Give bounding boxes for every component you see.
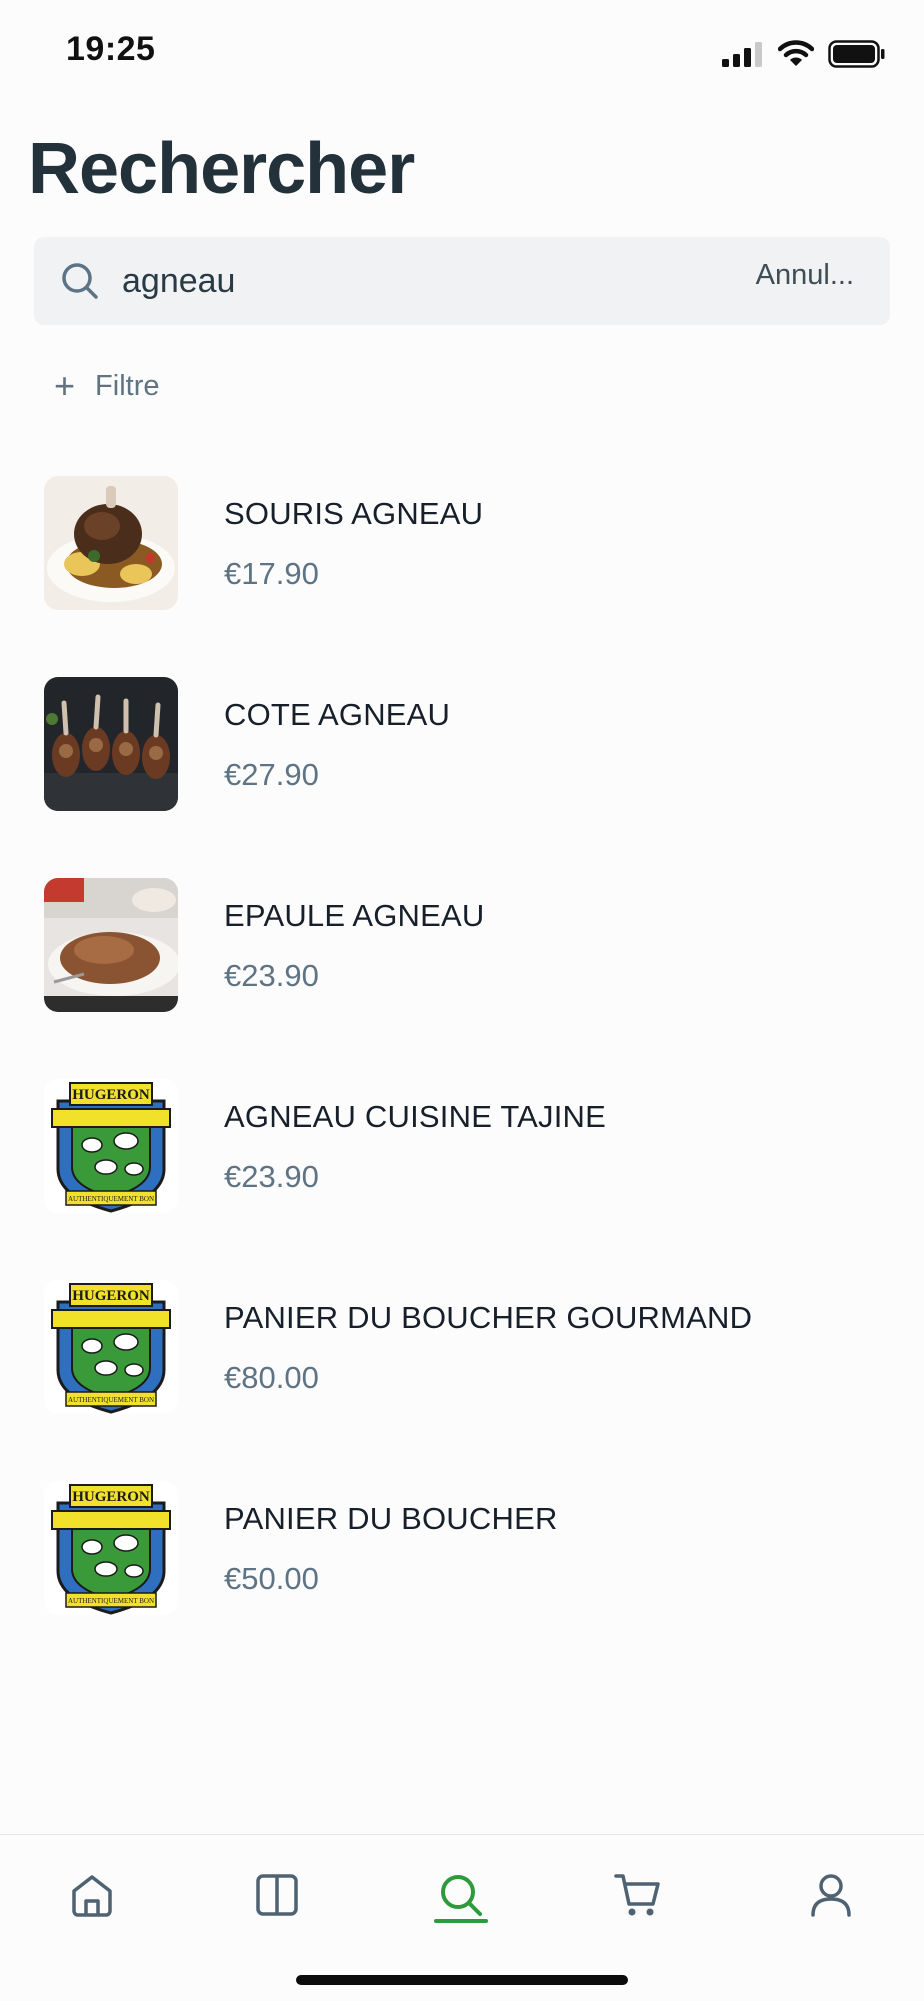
product-name: PANIER DU BOUCHER [224, 1501, 558, 1536]
tab-bar [0, 1834, 924, 2001]
product-image [44, 476, 178, 610]
product-image [44, 677, 178, 811]
search-input[interactable] [122, 255, 722, 307]
status-time: 19:25 [66, 30, 156, 68]
product-name: SOURIS AGNEAU [224, 496, 484, 531]
tab-catalog[interactable] [237, 1855, 317, 1935]
svg-text:AUTHENTIQUEMENT BON: AUTHENTIQUEMENT BON [68, 1597, 154, 1605]
tab-cart[interactable] [598, 1855, 678, 1935]
list-item[interactable]: SOURIS AGNEAU €17.90 [44, 476, 884, 612]
tab-search[interactable] [421, 1855, 501, 1935]
filter-button[interactable]: + Filtre [54, 368, 159, 404]
list-item[interactable]: HUGERON AUTHENTIQUEMENT BON AGNEAU CUISI… [44, 1079, 884, 1215]
search-bar[interactable]: Annul... [34, 237, 890, 325]
catalog-icon [256, 1874, 298, 1916]
home-icon [72, 1875, 112, 1917]
product-price: €80.00 [224, 1360, 319, 1395]
product-name: PANIER DU BOUCHER GOURMAND [224, 1300, 753, 1335]
product-image: HUGERON AUTHENTIQUEMENT BON [44, 1079, 178, 1213]
status-icons [722, 40, 886, 68]
plus-icon: + [54, 365, 76, 406]
cart-icon [614, 1874, 660, 1916]
svg-text:HUGERON: HUGERON [72, 1087, 150, 1103]
product-image [44, 878, 178, 1012]
product-name: COTE AGNEAU [224, 697, 451, 732]
product-price: €23.90 [224, 1159, 319, 1194]
svg-text:HUGERON: HUGERON [72, 1489, 150, 1505]
product-image: HUGERON AUTHENTIQUEMENT BON [44, 1481, 178, 1615]
list-item[interactable]: EPAULE AGNEAU €23.90 [44, 878, 884, 1014]
tab-home[interactable] [52, 1855, 132, 1935]
list-item[interactable]: HUGERON AUTHENTIQUEMENT BON PANIER DU BO… [44, 1481, 884, 1617]
hugeron-logo: HUGERON AUTHENTIQUEMENT BON [44, 1481, 178, 1615]
roast-lamb-shoulder-photo [44, 878, 178, 1012]
battery-icon [828, 40, 885, 68]
product-image: HUGERON AUTHENTIQUEMENT BON [44, 1280, 178, 1414]
status-bar: 19:25 [0, 0, 924, 110]
product-price: €23.90 [224, 958, 319, 993]
page-title: Rechercher [28, 129, 415, 209]
tab-profile[interactable] [791, 1855, 871, 1935]
product-price: €50.00 [224, 1561, 319, 1596]
product-price: €17.90 [224, 556, 319, 591]
filter-label: Filtre [95, 369, 160, 402]
svg-text:AUTHENTIQUEMENT BON: AUTHENTIQUEMENT BON [68, 1195, 154, 1203]
hugeron-logo: HUGERON AUTHENTIQUEMENT BON [44, 1079, 178, 1213]
svg-text:AUTHENTIQUEMENT BON: AUTHENTIQUEMENT BON [68, 1396, 154, 1404]
signal-icon [722, 42, 762, 67]
grilled-lamb-chops-photo [44, 677, 178, 811]
search-icon [441, 1875, 482, 1916]
product-name: AGNEAU CUISINE TAJINE [224, 1099, 607, 1134]
cancel-button[interactable]: Annul... [756, 259, 854, 292]
wifi-icon [778, 40, 814, 66]
search-icon [62, 263, 98, 299]
home-indicator [296, 1975, 628, 1985]
svg-text:HUGERON: HUGERON [72, 1288, 150, 1304]
list-item[interactable]: HUGERON AUTHENTIQUEMENT BON PANIER DU BO… [44, 1280, 884, 1416]
braised-lamb-shank-photo [44, 476, 178, 610]
list-item[interactable]: COTE AGNEAU €27.90 [44, 677, 884, 813]
hugeron-logo: HUGERON AUTHENTIQUEMENT BON [44, 1280, 178, 1414]
profile-icon [811, 1874, 851, 1917]
product-name: EPAULE AGNEAU [224, 898, 485, 933]
active-tab-indicator [434, 1919, 488, 1923]
product-price: €27.90 [224, 757, 319, 792]
